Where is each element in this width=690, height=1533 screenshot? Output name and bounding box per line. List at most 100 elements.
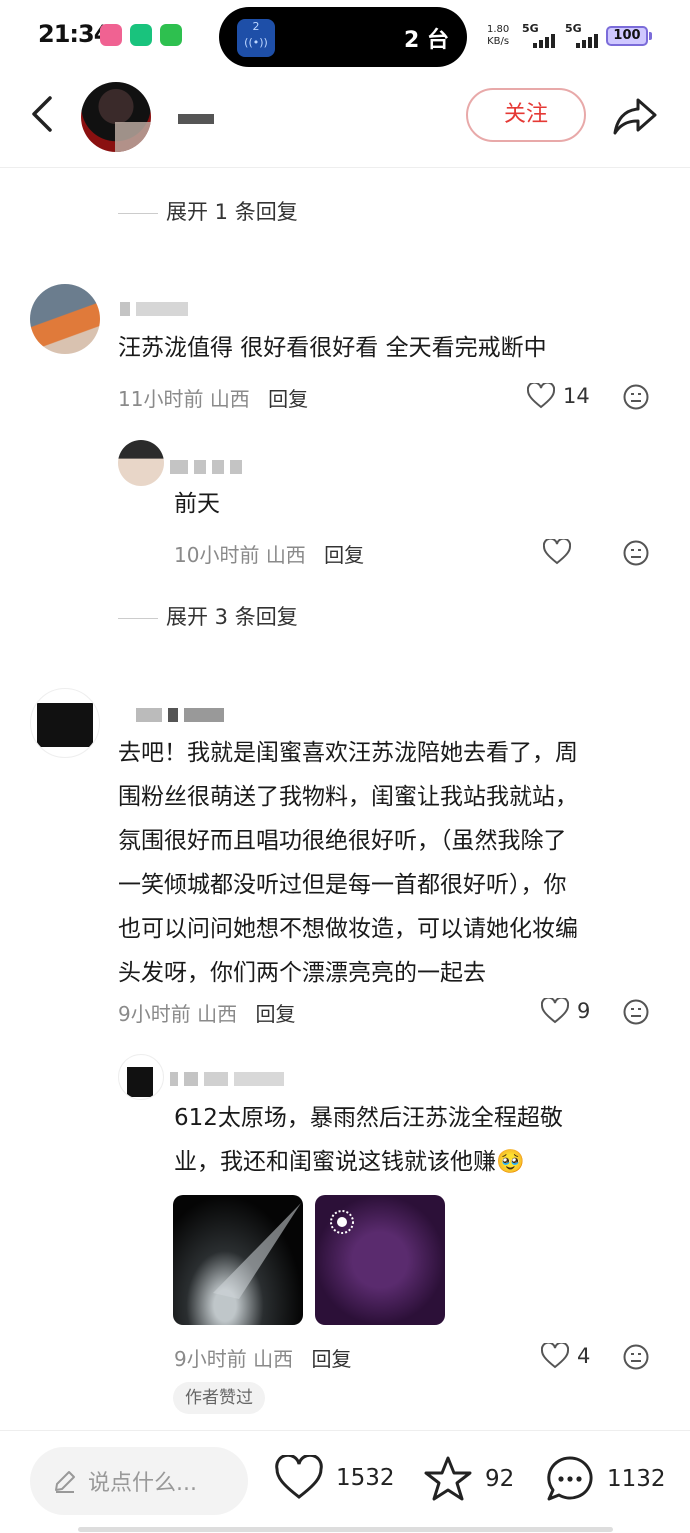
signal-bars-1-icon <box>533 32 555 48</box>
post-like-button[interactable]: 1532 <box>274 1455 395 1501</box>
share-icon[interactable] <box>612 96 658 136</box>
like-button[interactable]: 4 <box>541 1343 590 1369</box>
like-button[interactable] <box>543 539 579 565</box>
reply-location: 山西 <box>253 1347 294 1371</box>
avatar-silhouette <box>127 1067 153 1097</box>
expand-replies-button[interactable]: 展开 3 条回复 <box>118 601 298 631</box>
divider <box>118 212 158 214</box>
post-like-count: 1532 <box>336 1465 395 1491</box>
battery-tip <box>649 32 652 40</box>
comment-text-line: 也可以问问她想不想做妆造，可以请她化妆编 <box>118 916 578 942</box>
author-liked-badge: 作者赞过 <box>173 1382 265 1414</box>
avatar-silhouette <box>37 703 93 747</box>
reply-text[interactable]: 612太原场，暴雨然后汪苏泷全程超敬 业，我还和闺蜜说这钱就该他赚🥹 <box>174 1096 563 1184</box>
reply-text-line: 业，我还和闺蜜说这钱就该他赚🥹 <box>174 1149 525 1175</box>
dislike-icon[interactable] <box>623 999 649 1025</box>
like-count: 4 <box>577 1344 591 1368</box>
reply-text-line: 612太原场，暴雨然后汪苏泷全程超敬 <box>174 1105 563 1131</box>
status-time: 21:34 <box>38 20 110 48</box>
expand-label: 展开 3 条回复 <box>166 605 298 629</box>
wechat-icon <box>160 24 182 46</box>
reply-meta: 9小时前 山西 回复 <box>174 1343 351 1372</box>
comment-text-line: 去吧！我就是闺蜜喜欢汪苏泷陪她去看了，周 <box>118 740 578 766</box>
post-header: 关注 <box>0 72 690 168</box>
comment-time: 11小时前 <box>118 387 204 411</box>
heart-icon <box>275 1455 323 1499</box>
attached-photo[interactable] <box>315 1195 445 1325</box>
like-count: 9 <box>577 999 591 1023</box>
home-indicator[interactable] <box>78 1527 613 1532</box>
dynamic-island[interactable]: 2 ((•)) 2 台 <box>219 7 467 67</box>
commenter-name-redacted <box>136 704 230 722</box>
comment-text-line: 头发呀，你们两个漂漂亮亮的一起去 <box>118 960 486 986</box>
reply-time: 10小时前 <box>174 543 260 567</box>
commenter-avatar[interactable] <box>30 688 100 758</box>
comment-location: 山西 <box>209 387 250 411</box>
comment-meta: 9小时前 山西 回复 <box>118 998 295 1027</box>
like-button[interactable]: 9 <box>541 998 590 1024</box>
reply-text[interactable]: 前天 <box>174 482 220 526</box>
replier-name-redacted <box>170 1068 290 1086</box>
post-comment-button[interactable]: 1132 <box>545 1455 666 1503</box>
star-icon <box>424 1456 472 1501</box>
network-speed: 1.80 KB/s <box>487 24 509 48</box>
like-button[interactable]: 14 <box>527 383 590 409</box>
comment-text-line: 氛围很好而且唱功很绝很好听，（虽然我除了 <box>118 828 567 854</box>
comment-text[interactable]: 汪苏泷值得 很好看很好看 全天看完戒断中 <box>118 326 547 370</box>
avatar-mosaic <box>115 122 151 152</box>
divider <box>118 617 158 619</box>
comment-text-line: 一笑倾城都没听过但是每一首都很好听），你 <box>118 872 567 898</box>
cast-icon: 2 ((•)) <box>237 19 275 57</box>
replier-name-redacted <box>170 456 248 474</box>
back-icon[interactable] <box>24 92 60 136</box>
follow-button[interactable]: 关注 <box>466 88 586 142</box>
signal-bars-2-icon <box>576 32 598 48</box>
reply-meta: 10小时前 山西 回复 <box>174 539 364 568</box>
author-avatar[interactable] <box>81 82 151 152</box>
post-favorite-button[interactable]: 92 <box>423 1455 514 1503</box>
live-photo-icon <box>330 1210 354 1234</box>
reply-button[interactable]: 回复 <box>268 387 308 411</box>
author-name-redacted <box>178 114 214 124</box>
green-app-icon <box>130 24 152 46</box>
reply-location: 山西 <box>265 543 306 567</box>
attached-photo[interactable] <box>173 1195 303 1325</box>
comment-input-placeholder: 说点什么... <box>88 1471 197 1496</box>
comment-text[interactable]: 去吧！我就是闺蜜喜欢汪苏泷陪她去看了，周 围粉丝很萌送了我物料，闺蜜让我站我就站… <box>118 731 578 995</box>
dislike-icon[interactable] <box>623 540 649 566</box>
commenter-avatar[interactable] <box>30 284 100 354</box>
reply-button[interactable]: 回复 <box>324 543 364 567</box>
heart-icon <box>543 539 571 565</box>
commenter-name-redacted <box>120 298 194 316</box>
expand-replies-button[interactable]: 展开 1 条回复 <box>118 196 298 226</box>
post-favorite-count: 92 <box>485 1466 515 1492</box>
bilibili-app-icon <box>100 24 122 46</box>
island-device-count: 2 台 <box>404 28 449 53</box>
net-speed-unit: KB/s <box>487 36 510 47</box>
net-speed-value: 1.80 <box>487 24 510 35</box>
comment-input[interactable]: 说点什么... <box>30 1447 248 1515</box>
comment-meta: 11小时前 山西 回复 <box>118 383 308 412</box>
battery-level: 100 <box>606 26 648 46</box>
reply-button[interactable]: 回复 <box>255 1002 295 1026</box>
replier-avatar[interactable] <box>118 440 164 486</box>
heart-icon <box>541 998 569 1024</box>
replier-avatar[interactable] <box>118 1054 164 1100</box>
island-badge: 2 <box>252 20 260 33</box>
comment-location: 山西 <box>197 1002 238 1026</box>
heart-icon <box>541 1343 569 1369</box>
dislike-icon[interactable] <box>623 1344 649 1370</box>
dislike-icon[interactable] <box>623 384 649 410</box>
comment-time: 9小时前 <box>118 1002 191 1026</box>
expand-label: 展开 1 条回复 <box>166 200 298 224</box>
bottom-action-bar: 说点什么... 1532 92 1132 <box>0 1430 690 1533</box>
status-bar: 21:34 2 ((•)) 2 台 1.80 KB/s 5G 5G 100 <box>0 0 690 72</box>
pencil-icon <box>55 1471 75 1493</box>
comment-text-line: 围粉丝很萌送了我物料，闺蜜让我站我就站， <box>118 784 578 810</box>
spotlight-graphic <box>213 1203 301 1299</box>
reply-button[interactable]: 回复 <box>311 1347 351 1371</box>
post-comment-count: 1132 <box>607 1466 666 1492</box>
like-count: 14 <box>563 384 590 408</box>
comment-bubble-icon <box>547 1456 593 1501</box>
heart-icon <box>527 383 555 409</box>
